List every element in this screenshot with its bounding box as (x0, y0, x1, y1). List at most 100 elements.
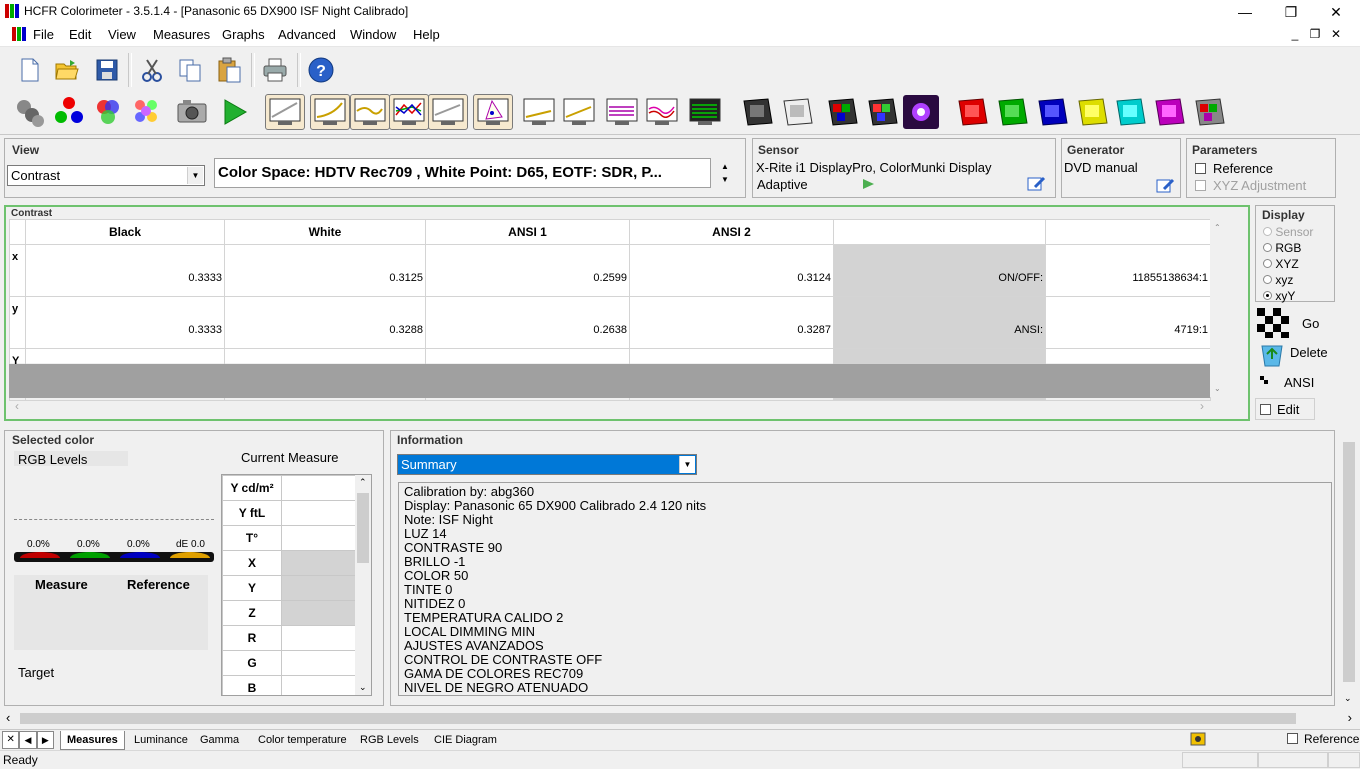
secondary-colors-icon[interactable] (90, 95, 124, 129)
xyz-adjustment-checkbox[interactable] (1195, 180, 1206, 191)
display-option-xyz[interactable]: XYZ (1263, 256, 1313, 272)
graph-delta-icon[interactable] (428, 94, 468, 130)
tab-measures[interactable]: Measures (60, 731, 125, 750)
main-scroll-thumb[interactable] (1343, 442, 1355, 682)
chevron-down-icon[interactable]: ▼ (679, 456, 695, 473)
mdi-close-button[interactable]: ✕ (1328, 27, 1344, 41)
col-header-ansi2[interactable]: ANSI 2 (629, 219, 834, 245)
tab-luminance[interactable]: Luminance (128, 731, 194, 749)
tab-next-icon[interactable]: ▶ (36, 731, 54, 749)
film-yellow-icon[interactable] (1075, 95, 1111, 129)
camera-icon[interactable] (175, 95, 209, 129)
film-cyan-icon[interactable] (1113, 95, 1149, 129)
film-black-icon[interactable] (740, 95, 776, 129)
scroll-down-icon[interactable]: ⌄ (1344, 693, 1352, 704)
graph-cie-icon[interactable] (473, 94, 513, 130)
information-select[interactable]: Summary ▼ (397, 454, 697, 475)
paste-icon[interactable] (214, 55, 244, 85)
horizontal-scroll-thumb[interactable] (20, 713, 1296, 724)
tab-prev-icon[interactable]: ◀ (19, 731, 37, 749)
film-multi-icon[interactable] (1192, 95, 1228, 129)
main-vertical-scrollbar[interactable]: ⌄ (1340, 430, 1358, 706)
display-option-sensor[interactable]: Sensor (1263, 224, 1313, 240)
graph-extra4-icon[interactable] (643, 95, 681, 129)
reference-checkbox[interactable] (1195, 163, 1206, 174)
cell-ansi2-x[interactable]: 0.3124 (629, 244, 834, 297)
display-option-xyy[interactable]: xyY (1263, 288, 1313, 304)
col-header-black[interactable]: Black (25, 219, 225, 245)
col-header-white[interactable]: White (224, 219, 426, 245)
tab-rgb-levels[interactable]: RGB Levels (354, 731, 425, 749)
menu-measures[interactable]: Measures (153, 27, 210, 42)
cell-white-y[interactable]: 0.3288 (224, 296, 426, 349)
cell-ansi1-y[interactable]: 0.2638 (425, 296, 630, 349)
delete-button[interactable]: Delete (1255, 338, 1335, 368)
saturation-colors-icon[interactable] (130, 95, 164, 129)
menu-view[interactable]: View (108, 27, 136, 42)
generator-config-icon[interactable] (1156, 177, 1176, 198)
graph-extra2-icon[interactable] (560, 95, 598, 129)
mdi-minimize-button[interactable]: _ (1287, 27, 1303, 41)
tab-color-temperature[interactable]: Color temperature (252, 731, 353, 749)
menu-window[interactable]: Window (350, 27, 396, 42)
graph-rgb-icon[interactable] (389, 94, 429, 130)
view-select[interactable]: Contrast ▼ (7, 165, 205, 186)
display-option-rgb[interactable]: RGB (1263, 240, 1313, 256)
display-option-xyz-lower[interactable]: xyz (1263, 272, 1313, 288)
scroll-right-icon[interactable]: › (1200, 399, 1204, 413)
main-horizontal-scrollbar[interactable]: ‹ › (0, 710, 1360, 727)
chevron-down-icon[interactable]: ▼ (187, 167, 203, 184)
film-saturation-icon[interactable] (865, 95, 901, 129)
cell-ansi1-x[interactable]: 0.2599 (425, 244, 630, 297)
film-rgb-icon[interactable] (825, 95, 861, 129)
go-button[interactable]: Go (1255, 308, 1335, 338)
scroll-down-icon[interactable]: ⌄ (359, 682, 367, 693)
graph-extra1-icon[interactable] (520, 95, 558, 129)
information-text-area[interactable]: Calibration by: abg360 Display: Panasonic… (398, 482, 1332, 696)
help-icon[interactable]: ? (306, 55, 336, 85)
measure-scrollbar[interactable]: ⌃ ⌄ (355, 475, 371, 695)
graph-extra3-icon[interactable] (603, 95, 641, 129)
bottom-reference-checkbox[interactable] (1287, 733, 1298, 744)
tab-cie-diagram[interactable]: CIE Diagram (428, 731, 503, 749)
sensor-config-icon[interactable] (1027, 175, 1047, 196)
col-header-ansi1[interactable]: ANSI 1 (425, 219, 630, 245)
menu-edit[interactable]: Edit (69, 27, 91, 42)
film-blue-icon[interactable] (1035, 95, 1071, 129)
new-file-icon[interactable] (14, 55, 44, 85)
cell-ansi2-y[interactable]: 0.3287 (629, 296, 834, 349)
edit-toggle[interactable]: Edit (1255, 398, 1315, 420)
edit-checkbox[interactable] (1260, 404, 1271, 415)
close-button[interactable]: ✕ (1313, 0, 1359, 24)
primary-colors-icon[interactable] (52, 95, 86, 129)
cut-icon[interactable] (137, 55, 167, 85)
tab-close-icon[interactable]: ✕ (2, 731, 20, 749)
save-icon[interactable] (92, 55, 122, 85)
grid-horizontal-scrollbar[interactable]: ‹ › (9, 398, 1210, 415)
maximize-button[interactable]: ❐ (1268, 0, 1314, 24)
ansi-button[interactable]: ANSI (1255, 370, 1335, 394)
tab-gamma[interactable]: Gamma (194, 731, 245, 749)
view-info-spinner[interactable]: ▲ ▼ (717, 160, 733, 188)
film-red-icon[interactable] (955, 95, 991, 129)
sensor-probe-icon[interactable] (12, 95, 46, 129)
graph-extra5-icon[interactable] (686, 95, 724, 129)
grid-vertical-scrollbar[interactable]: ⌃ ⌄ (1210, 219, 1227, 397)
graph-luminance-icon[interactable] (265, 94, 305, 130)
measure-scroll-thumb[interactable] (357, 493, 369, 563)
scroll-up-icon[interactable]: ⌃ (359, 477, 367, 488)
film-burst-icon[interactable] (903, 95, 939, 129)
film-magenta-icon[interactable] (1152, 95, 1188, 129)
graph-gamma-icon[interactable] (310, 94, 350, 130)
play-measure-icon[interactable] (218, 95, 252, 129)
scroll-left-icon[interactable]: ‹ (15, 399, 19, 413)
menu-advanced[interactable]: Advanced (278, 27, 336, 42)
cell-white-x[interactable]: 0.3125 (224, 244, 426, 297)
minimize-button[interactable]: — (1222, 0, 1268, 24)
scroll-right-icon[interactable]: › (1348, 710, 1352, 725)
cell-black-x[interactable]: 0.3333 (25, 244, 225, 297)
print-icon[interactable] (260, 55, 290, 85)
menu-file[interactable]: File (33, 27, 54, 42)
copy-icon[interactable] (175, 55, 205, 85)
open-folder-icon[interactable] (52, 55, 82, 85)
